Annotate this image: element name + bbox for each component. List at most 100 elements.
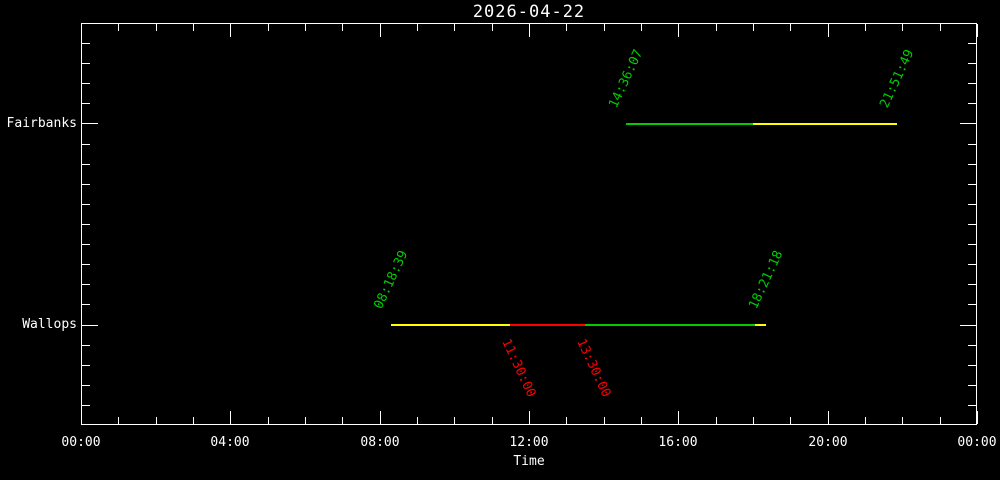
y-minor-tick [82, 224, 90, 225]
y-minor-tick [82, 244, 90, 245]
y-minor-tick [968, 204, 976, 205]
x-minor-tick [790, 417, 791, 424]
timeline-segment-yellow [391, 323, 511, 326]
y-major-tick [82, 325, 98, 326]
x-minor-tick [342, 417, 343, 424]
x-major-tick [977, 411, 978, 424]
y-minor-tick [968, 244, 976, 245]
x-minor-tick [566, 417, 567, 424]
x-major-tick [230, 411, 231, 424]
y-minor-tick [968, 304, 976, 305]
x-tick-label: 20:00 [808, 435, 848, 450]
y-minor-tick [968, 43, 976, 44]
y-minor-tick [968, 83, 976, 84]
x-minor-tick [641, 24, 642, 31]
x-minor-tick [566, 24, 567, 31]
x-minor-tick [604, 24, 605, 31]
x-tick-label: 04:00 [210, 435, 250, 450]
y-minor-tick [82, 264, 90, 265]
y-minor-tick [82, 164, 90, 165]
y-minor-tick [968, 385, 976, 386]
x-minor-tick [940, 417, 941, 424]
y-minor-tick [82, 103, 90, 104]
y-minor-tick [968, 264, 976, 265]
y-minor-tick [82, 405, 90, 406]
y-minor-tick [968, 365, 976, 366]
y-minor-tick [968, 144, 976, 145]
x-minor-tick [753, 24, 754, 31]
x-major-tick [81, 24, 82, 37]
y-major-tick [960, 123, 976, 124]
y-minor-tick [968, 63, 976, 64]
x-minor-tick [865, 24, 866, 31]
y-minor-tick [968, 164, 976, 165]
y-major-tick [960, 325, 976, 326]
x-minor-tick [753, 417, 754, 424]
x-minor-tick [118, 417, 119, 424]
x-minor-tick [902, 24, 903, 31]
y-minor-tick [82, 144, 90, 145]
x-minor-tick [268, 417, 269, 424]
x-major-tick [380, 24, 381, 37]
x-tick-label: 16:00 [658, 435, 698, 450]
timeline-segment-red [510, 323, 585, 326]
x-axis-label: Time [513, 454, 545, 469]
x-minor-tick [641, 417, 642, 424]
x-minor-tick [940, 24, 941, 31]
x-minor-tick [454, 417, 455, 424]
timeline-segment-green [585, 323, 755, 326]
y-minor-tick [968, 284, 976, 285]
x-minor-tick [417, 24, 418, 31]
x-major-tick [678, 24, 679, 37]
y-minor-tick [82, 63, 90, 64]
y-minor-tick [968, 184, 976, 185]
x-major-tick [81, 411, 82, 424]
y-minor-tick [82, 284, 90, 285]
x-minor-tick [790, 24, 791, 31]
x-major-tick [529, 24, 530, 37]
x-minor-tick [902, 417, 903, 424]
x-tick-label: 08:00 [360, 435, 400, 450]
x-minor-tick [268, 24, 269, 31]
x-minor-tick [342, 24, 343, 31]
x-minor-tick [865, 417, 866, 424]
x-major-tick [977, 24, 978, 37]
x-tick-label: 12:00 [509, 435, 549, 450]
x-major-tick [828, 24, 829, 37]
y-minor-tick [82, 345, 90, 346]
y-major-tick [82, 123, 98, 124]
x-major-tick [828, 411, 829, 424]
y-minor-tick [82, 385, 90, 386]
y-minor-tick [968, 345, 976, 346]
y-minor-tick [82, 204, 90, 205]
x-tick-label: 00:00 [61, 435, 101, 450]
x-major-tick [380, 411, 381, 424]
x-minor-tick [492, 417, 493, 424]
x-major-tick [529, 411, 530, 424]
station-label-fairbanks: Fairbanks [6, 116, 77, 131]
x-minor-tick [417, 417, 418, 424]
station-label-wallops: Wallops [22, 317, 77, 332]
x-tick-label: 00:00 [957, 435, 997, 450]
y-minor-tick [82, 184, 90, 185]
x-minor-tick [454, 24, 455, 31]
x-minor-tick [716, 417, 717, 424]
y-minor-tick [968, 224, 976, 225]
timeline-segment-yellow [754, 323, 767, 326]
x-minor-tick [305, 24, 306, 31]
x-major-tick [678, 411, 679, 424]
x-minor-tick [305, 417, 306, 424]
y-minor-tick [968, 405, 976, 406]
y-minor-tick [82, 43, 90, 44]
x-minor-tick [604, 417, 605, 424]
x-minor-tick [716, 24, 717, 31]
y-minor-tick [82, 304, 90, 305]
x-minor-tick [492, 24, 493, 31]
y-minor-tick [82, 365, 90, 366]
y-minor-tick [82, 83, 90, 84]
timeline-segment-green [626, 122, 753, 125]
timeline-segment-yellow [753, 122, 898, 125]
x-minor-tick [156, 417, 157, 424]
x-major-tick [230, 24, 231, 37]
timeline-chart: 2026-04-22 Time 00:00 04:00 08:00 12:00 16:0… [0, 0, 1000, 480]
